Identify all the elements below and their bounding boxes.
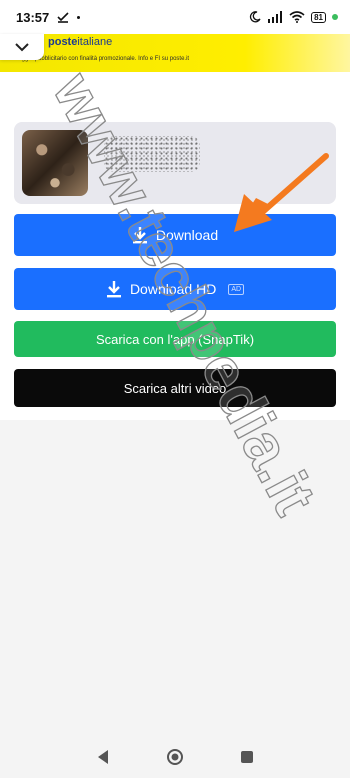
app-download-button[interactable]: Scarica con l'app (SnapTik): [14, 321, 336, 357]
download-hd-label: Download HD: [129, 281, 217, 297]
green-dot-icon: [332, 14, 338, 20]
download-label: Download: [155, 227, 219, 243]
dot-icon: [77, 15, 81, 19]
signal-icon: [268, 11, 283, 23]
ad-logo-light: italiane: [77, 36, 113, 48]
ad-banner[interactable]: posteitaliane Messaggio pubblicitario co…: [0, 34, 350, 72]
chevron-down-icon: [15, 43, 29, 52]
ad-badge-icon: AD: [228, 283, 245, 295]
download-done-icon: [57, 12, 69, 23]
battery-icon: 81: [311, 11, 326, 23]
ad-logo-bold: poste: [48, 36, 78, 48]
wifi-icon: [289, 11, 305, 23]
status-bar: 13:57 81: [0, 0, 350, 34]
recents-icon[interactable]: [240, 750, 254, 764]
moon-icon: [250, 11, 261, 23]
app-download-label: Scarica con l'app (SnapTik): [95, 331, 255, 347]
ad-logo: posteitaliane: [48, 36, 112, 48]
home-icon[interactable]: [166, 748, 184, 766]
system-nav-bar: [0, 736, 350, 778]
blurred-author-name: [104, 136, 200, 172]
download-icon: [132, 226, 148, 244]
annotation-arrow-icon: [234, 153, 329, 232]
ad-collapse-button[interactable]: [0, 34, 44, 60]
status-right: 81: [249, 11, 338, 23]
download-hd-button[interactable]: Download HD AD: [14, 268, 336, 310]
more-videos-label: Scarica altri video: [123, 380, 227, 396]
status-time: 13:57: [16, 9, 50, 25]
status-left: 13:57: [16, 9, 81, 25]
video-thumbnail: [22, 130, 88, 196]
more-videos-button[interactable]: Scarica altri video: [14, 369, 336, 407]
download-hd-icon: [106, 280, 122, 298]
back-icon[interactable]: [96, 749, 110, 765]
